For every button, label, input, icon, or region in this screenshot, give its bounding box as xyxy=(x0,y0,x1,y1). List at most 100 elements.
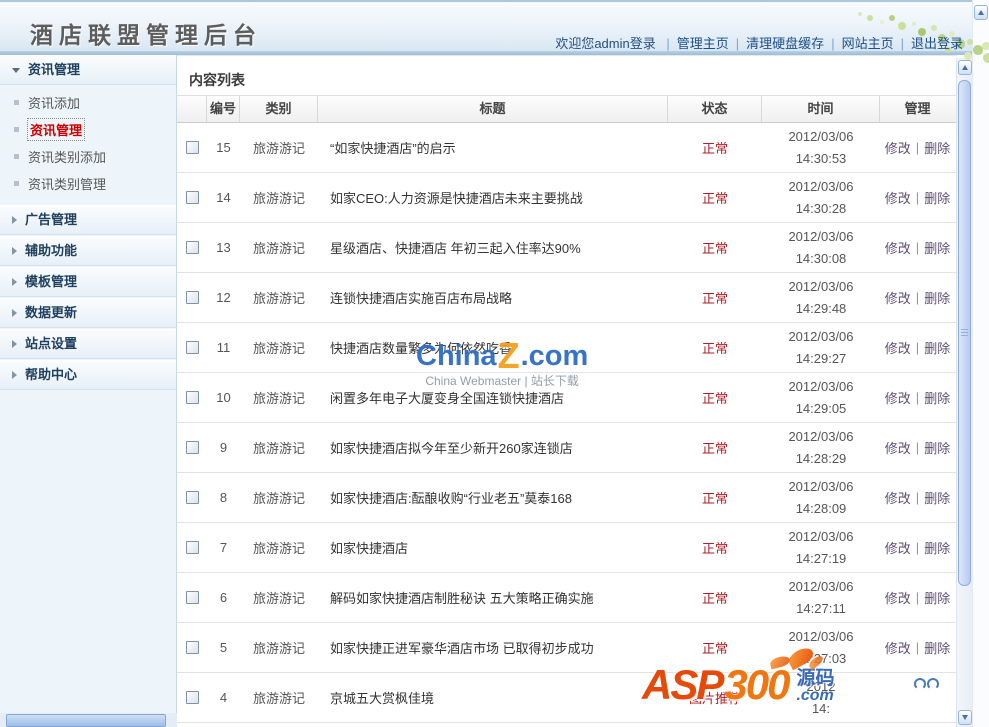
sidebar-section-1[interactable]: 资讯管理 xyxy=(0,55,176,85)
edit-link[interactable]: 修改 xyxy=(885,238,911,257)
sidebar-section-4[interactable]: 模板管理 xyxy=(0,267,176,297)
title-cell: “如家快捷酒店”的启示 xyxy=(330,141,456,156)
edit-link[interactable]: 修改 xyxy=(885,338,911,357)
edit-link[interactable]: 修改 xyxy=(885,488,911,507)
edit-link[interactable]: 修改 xyxy=(885,188,911,207)
row-checkbox[interactable] xyxy=(185,641,199,654)
page-scrollbar[interactable] xyxy=(972,0,989,727)
table-row: 5旅游游记如家快捷正进军豪华酒店市场 已取得初步成功正常2012/03/0614… xyxy=(177,623,957,673)
scrollbar-thumb[interactable] xyxy=(958,80,971,586)
delete-link[interactable]: 删除 xyxy=(924,388,950,407)
sidebar-section-label: 帮助中心 xyxy=(25,367,78,382)
sidebar-section-label: 数据更新 xyxy=(25,305,78,320)
time-cell: 2012/03/06 14:27:19 xyxy=(762,523,880,572)
status-cell xyxy=(668,723,762,727)
delete-link[interactable]: 删除 xyxy=(924,238,950,257)
row-checkbox[interactable] xyxy=(185,391,199,404)
delete-link[interactable]: 删除 xyxy=(924,188,950,207)
delete-link[interactable]: 删除 xyxy=(924,588,950,607)
delete-link[interactable]: 删除 xyxy=(924,338,950,357)
sidebar-subitems: 资讯添加 资讯管理资讯类别添加 资讯类别管理 xyxy=(0,86,176,205)
top-nav-link-2[interactable]: 清理硬盘缓存 xyxy=(746,36,824,51)
checkbox-cell xyxy=(177,623,207,672)
status-cell: 正常 xyxy=(701,591,728,606)
sidebar-item-1-2[interactable]: 资讯管理 xyxy=(0,116,176,143)
checkbox-cell xyxy=(177,123,207,172)
row-checkbox[interactable] xyxy=(185,241,199,254)
content-area: 内容列表 编号 类别 标题 状态 时间 管理 15 旅游游记 “如家快捷酒店”的启示 正常 201… xyxy=(177,55,957,727)
id-cell: 9 xyxy=(219,440,228,455)
sidebar-item-label: 资讯类别添加 xyxy=(28,150,107,165)
sidebar-section-5[interactable]: 数据更新 xyxy=(0,298,176,328)
id-cell: 11 xyxy=(216,340,231,355)
row-checkbox[interactable] xyxy=(185,191,199,204)
manage-cell: 修改 | 删除 xyxy=(880,573,955,622)
time-date: 2012/03/06 xyxy=(788,378,854,394)
decorative-dots xyxy=(0,2,4,6)
table-body: 15 旅游游记 “如家快捷酒店”的启示 正常 2012/03/06 14:30:53 修改 |… xyxy=(177,123,957,727)
id-cell: 15 xyxy=(216,140,231,155)
sidebar-section-label: 模板管理 xyxy=(25,274,78,289)
top-nav: 欢迎您admin登录 | 管理主页 | 清理硬盘缓存 | 网站主页 | 退出登录 xyxy=(555,33,963,52)
manage-cell: 修改 | 删除 xyxy=(880,623,955,672)
manage-separator: | xyxy=(915,640,920,655)
page-scroll-up-button[interactable] xyxy=(974,5,988,20)
row-checkbox[interactable] xyxy=(185,291,199,304)
manage-cell: 修改 | 删除 xyxy=(880,323,955,372)
sidebar-section-6[interactable]: 站点设置 xyxy=(0,329,176,359)
horizontal-scrollbar-thumb[interactable] xyxy=(6,713,166,727)
top-nav-link-1[interactable]: 管理主页 xyxy=(677,36,729,51)
top-nav-link-3[interactable]: 网站主页 xyxy=(842,36,894,51)
triangle-collapsed-icon xyxy=(12,309,17,317)
top-nav-link-4[interactable]: 退出登录 xyxy=(911,36,963,51)
time-cell: 2012/03/06 xyxy=(762,723,880,727)
category-cell xyxy=(240,723,318,727)
manage-separator: | xyxy=(915,590,920,605)
delete-link[interactable]: 删除 xyxy=(924,138,950,157)
manage-cell: 修改 | 删除 xyxy=(880,473,955,522)
edit-link[interactable]: 修改 xyxy=(885,638,911,657)
delete-link[interactable]: 删除 xyxy=(924,288,950,307)
row-checkbox[interactable] xyxy=(185,491,199,504)
sidebar-horizontal-scrollbar[interactable] xyxy=(0,713,177,727)
row-checkbox[interactable] xyxy=(185,591,199,604)
edit-link[interactable]: 修改 xyxy=(885,138,911,157)
sidebar-item-1-4[interactable]: 资讯类别管理 xyxy=(0,170,176,197)
scroll-up-button[interactable] xyxy=(957,60,972,75)
category-cell: 旅游游记 xyxy=(252,291,305,306)
title-cell: 星级酒店、快捷酒店 年初三起入住率达90% xyxy=(330,241,581,256)
time-cell: 2012/03/06 14:27:11 xyxy=(762,573,880,622)
row-checkbox[interactable] xyxy=(185,691,199,704)
sidebar-section-3[interactable]: 辅助功能 xyxy=(0,236,176,266)
content-scrollbar[interactable] xyxy=(956,58,972,727)
row-checkbox[interactable] xyxy=(185,541,199,554)
delete-link[interactable]: 删除 xyxy=(924,538,950,557)
edit-link[interactable]: 修改 xyxy=(885,538,911,557)
delete-link[interactable]: 删除 xyxy=(924,438,950,457)
time-date: 2012/03/06 xyxy=(788,428,854,444)
title-cell: 如家快捷正进军豪华酒店市场 已取得初步成功 xyxy=(330,641,594,656)
edit-link[interactable]: 修改 xyxy=(885,388,911,407)
sidebar-section-label: 资讯管理 xyxy=(28,62,81,77)
edit-link[interactable]: 修改 xyxy=(885,288,911,307)
sidebar-item-1-1[interactable]: 资讯添加 xyxy=(0,89,176,116)
delete-link[interactable]: 删除 xyxy=(924,638,950,657)
manage-cell: 修改 | 删除 xyxy=(880,223,955,272)
row-checkbox[interactable] xyxy=(185,141,199,154)
sidebar-item-label: 资讯类别管理 xyxy=(28,177,107,192)
row-checkbox[interactable] xyxy=(185,341,199,354)
sidebar-item-1-3[interactable]: 资讯类别添加 xyxy=(0,143,176,170)
status-cell: 正常 xyxy=(701,291,728,306)
sidebar-section-7[interactable]: 帮助中心 xyxy=(0,360,176,390)
scroll-down-button[interactable] xyxy=(957,710,972,725)
edit-link[interactable]: 修改 xyxy=(885,438,911,457)
status-cell: 正常 xyxy=(701,491,728,506)
time-cell: 2012/03/06 14:29:48 xyxy=(762,273,880,322)
id-cell: 4 xyxy=(219,690,228,705)
sidebar-section-2[interactable]: 广告管理 xyxy=(0,205,176,235)
id-cell xyxy=(207,723,240,727)
edit-link[interactable]: 修改 xyxy=(885,588,911,607)
row-checkbox[interactable] xyxy=(185,441,199,454)
delete-link[interactable]: 删除 xyxy=(924,488,950,507)
status-cell: 正常 xyxy=(701,241,728,256)
